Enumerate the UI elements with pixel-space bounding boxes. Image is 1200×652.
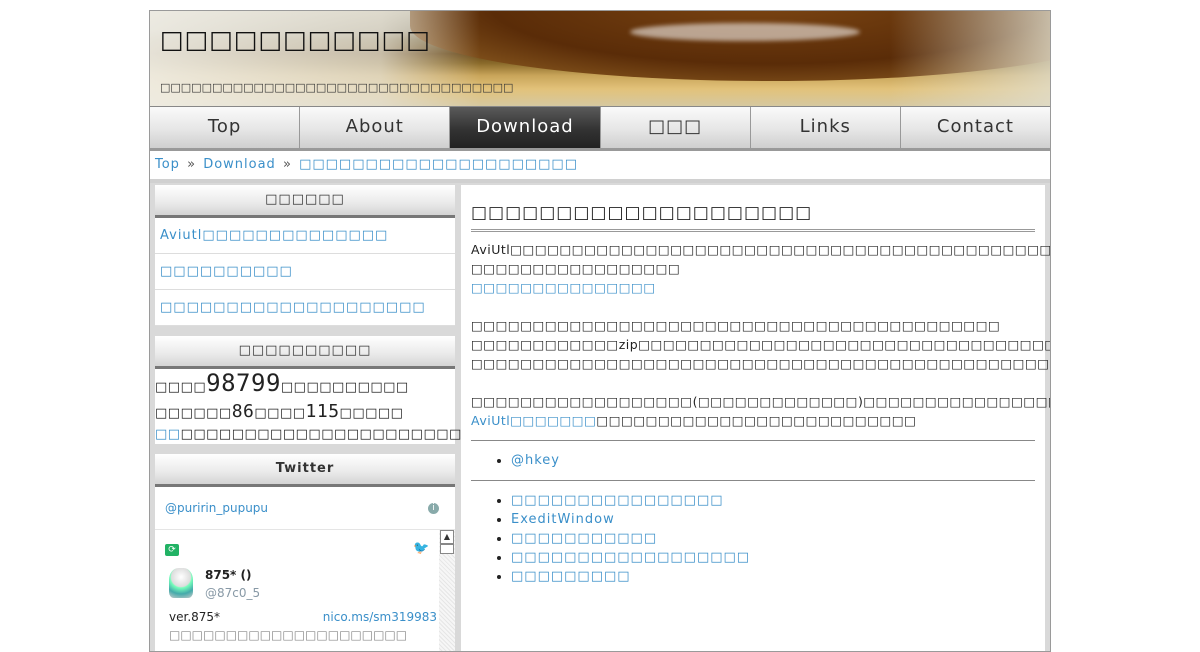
intro-paragraph: AviUtl□□□□□□□□□□□□□□□□□□□□□□□□□□□□□□□□□□… [471, 242, 1051, 295]
retweet-icon: ⟳ [165, 544, 179, 556]
list-item: □□□□□□□□□□□□□□□□□□ [511, 548, 1035, 567]
breadcrumb-download[interactable]: Download [203, 157, 276, 172]
avatar[interactable] [169, 568, 193, 598]
post-title: □□□□□□□□□□□□□□□□□□□□ [471, 203, 1035, 232]
breadcrumb-top[interactable]: Top [155, 157, 180, 172]
list-item: □□□□□□□□□ [511, 567, 1035, 586]
nav-item-download[interactable]: Download [450, 107, 601, 148]
main-navigation: Top About Download □□□ Links Contact [150, 106, 1050, 151]
category-widget: □□□□□□ Aviutl□□□□□□□□□□□□□□ □□□□□□□□□□ □… [155, 185, 455, 326]
note-paragraph: □□□□□□□□□□□□□□□□□□(□□□□□□□□□□□□□)□□□□□□□… [471, 394, 1050, 428]
counter-today-label: □□□□□□ [155, 406, 232, 421]
sidebar-link[interactable]: □□□□□□□□□□□□□□□□□□□□ [155, 290, 455, 326]
divider [471, 440, 1035, 441]
counter-yesterday: 115 [305, 401, 340, 422]
info-icon[interactable]: i [428, 503, 439, 514]
nav-item-links[interactable]: Links [750, 107, 901, 148]
scrollbar-thumb[interactable] [440, 544, 454, 554]
site-header: □□□□□□□□□□□ □□□□□□□□□□□□□□□□□□□□□□□□□□□□… [150, 11, 1050, 106]
sidebar-link[interactable]: □□□□□□□□□□ [155, 254, 455, 290]
tweet-link[interactable]: nico.ms/sm319983 [323, 610, 437, 624]
tweet-text: ver.875* [169, 610, 221, 624]
sidebar-link[interactable]: Aviutl□□□□□□□□□□□□□□ [155, 218, 455, 254]
counter-widget-title: □□□□□□□□□□ [155, 336, 455, 369]
breadcrumb-separator: » [187, 157, 197, 172]
twitter-timeline-header: @puririn_pupupu i [155, 487, 455, 530]
counter-total-suffix: □□□□□□□□□□ [280, 380, 409, 395]
download-list: □□□□□□□□□□□□□□□□ ExeditWindow □□□□□□□□□□… [471, 491, 1035, 586]
list-item: □□□□□□□□□□□ [511, 529, 1035, 548]
usage-paragraph: □□□□□□□□□□□□□□□□□□□□□□□□□□□□□□□□□□□□□□□□… [471, 318, 1050, 371]
download-link[interactable]: □□□□□□□□□□□□□□□□□□ [511, 550, 750, 565]
access-counter: □□□□98799□□□□□□□□□□ □□□□□□86□□□□115□□□□□… [155, 369, 487, 444]
divider [471, 480, 1035, 481]
counter-tail: □□□□□□□□□□□□□□□□□□□□□□□□ [180, 427, 488, 442]
breadcrumb-separator: » [282, 157, 292, 172]
twitter-bird-icon[interactable]: 🐦 [413, 542, 429, 556]
twitter-widget: Twitter @puririn_pupupu i ⟳ 🐦 875* () @8… [155, 454, 455, 651]
list-item: @hkey [511, 451, 1035, 470]
page-wrapper: □□□□□□□□□□□ □□□□□□□□□□□□□□□□□□□□□□□□□□□□… [149, 10, 1051, 652]
counter-today: 86 [231, 401, 255, 422]
twitter-timeline[interactable]: ⟳ 🐦 875* () @87c0_5 ver.875* nico.ms/sm3… [155, 530, 455, 651]
category-widget-title: □□□□□□ [155, 185, 455, 218]
tweet-text-continued: □□□□□□□□□□□□□□□□□□□□□ [169, 628, 408, 642]
twitter-account-link[interactable]: @puririn_pupupu [165, 501, 268, 515]
download-link[interactable]: □□□□□□□□□□□□□□□□ [511, 493, 724, 508]
aviutl-link[interactable]: AviUtl□□□□□□□ [471, 413, 596, 428]
download-link[interactable]: □□□□□□□□□ [511, 569, 631, 584]
counter-link[interactable]: □□ [155, 427, 181, 442]
tweet-author-name[interactable]: 875* () [205, 568, 251, 582]
nav-item-contact[interactable]: Contact [900, 107, 1050, 148]
site-title[interactable]: □□□□□□□□□□□ [160, 25, 431, 54]
intro-link[interactable]: □□□□□□□□□□□□□□□ [471, 280, 656, 295]
counter-yesterday-suffix: □□□□□ [339, 406, 404, 421]
download-link[interactable]: ExeditWindow [511, 512, 615, 527]
list-item: ExeditWindow [511, 510, 1035, 529]
list-item: □□□□□□□□□□□□□□□□ [511, 491, 1035, 510]
scroll-up-icon[interactable]: ▲ [440, 530, 454, 544]
counter-prefix: □□□□ [155, 380, 207, 395]
author-link[interactable]: @hkey [511, 453, 560, 468]
counter-yesterday-label: □□□□ [254, 406, 306, 421]
breadcrumb: Top » Download » □□□□□□□□□□□□□□□□□□□□□ [150, 151, 1050, 183]
nav-item-misc[interactable]: □□□ [600, 107, 751, 148]
site-description: □□□□□□□□□□□□□□□□□□□□□□□□□□□□□□□□□□ [160, 81, 514, 94]
twitter-widget-title: Twitter [155, 454, 455, 487]
main-content: □□□□□□□□□□□□□□□□□□□□ AviUtl□□□□□□□□□□□□□… [461, 185, 1051, 651]
breadcrumb-current[interactable]: □□□□□□□□□□□□□□□□□□□□□ [299, 157, 578, 172]
nav-item-top[interactable]: Top [150, 107, 301, 148]
tweet-author-handle[interactable]: @87c0_5 [205, 586, 260, 600]
counter-total: 98799 [206, 369, 281, 397]
timeline-scrollbar[interactable]: ▲ [439, 530, 455, 651]
author-list: @hkey [471, 451, 1035, 470]
counter-widget: □□□□□□□□□□ □□□□98799□□□□□□□□□□ □□□□□□86□… [155, 336, 487, 444]
download-link[interactable]: □□□□□□□□□□□ [511, 531, 657, 546]
sidebar: □□□□□□ Aviutl□□□□□□□□□□□□□□ □□□□□□□□□□ □… [155, 185, 487, 651]
nav-item-about[interactable]: About [300, 107, 451, 148]
